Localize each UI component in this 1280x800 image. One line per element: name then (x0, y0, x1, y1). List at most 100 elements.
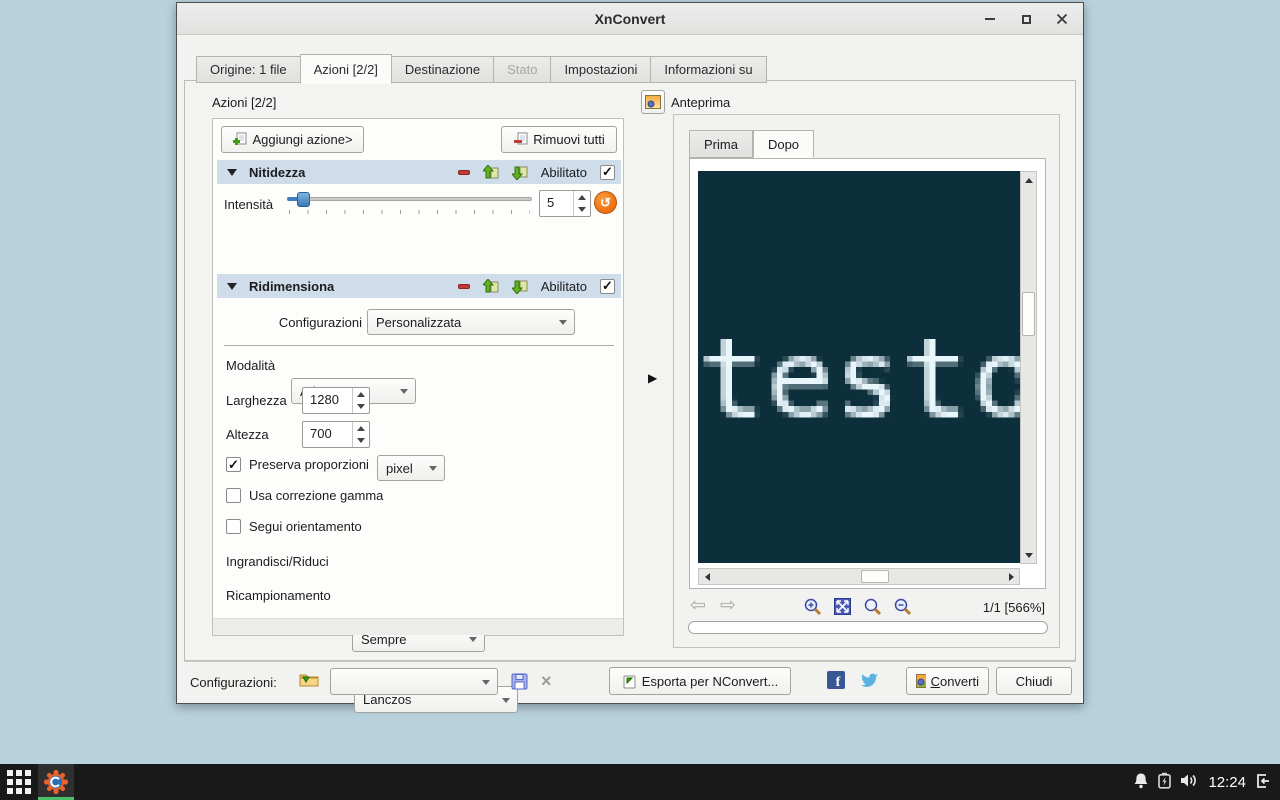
sharpen-action-header[interactable]: Nitidezza Abilitato ✓ (217, 160, 621, 184)
groupbox-footer (213, 618, 623, 635)
collapse-icon[interactable] (227, 169, 237, 176)
fit-to-window-button[interactable] (834, 598, 851, 618)
spin-down-button[interactable] (574, 204, 590, 217)
tab-label: Azioni [2/2] (314, 62, 378, 77)
preview-image[interactable] (698, 171, 1020, 563)
tab-label: Origine: 1 file (210, 62, 287, 77)
maximize-button[interactable] (1015, 8, 1037, 30)
intensity-spinbox[interactable]: 5 (539, 190, 591, 217)
orientation-checkbox[interactable] (226, 519, 241, 534)
height-label: Altezza (226, 427, 269, 442)
unit-dropdown[interactable]: pixel (377, 455, 445, 481)
width-spinbox[interactable]: 1280 (302, 387, 370, 414)
logout-button[interactable] (1255, 773, 1270, 792)
remove-action-icon[interactable] (458, 284, 470, 289)
open-presets-folder-button[interactable] (299, 671, 319, 691)
keep-ratio-checkbox-row[interactable]: ✓ Preserva proporzioni (226, 457, 369, 472)
minimize-button[interactable] (979, 8, 1001, 30)
zoom-out-button[interactable] (894, 598, 912, 619)
facebook-button[interactable]: f (827, 671, 845, 692)
splitter-handle[interactable]: ▶ (648, 371, 657, 385)
close-button[interactable] (1051, 8, 1073, 30)
chevron-down-icon (429, 466, 437, 471)
enlarge-label: Ingrandisci/Riduci (226, 554, 329, 569)
convert-button[interactable]: Converti (906, 667, 989, 695)
slider-handle[interactable] (297, 192, 310, 207)
gamma-checkbox-row[interactable]: Usa correzione gamma (226, 488, 383, 503)
gamma-checkbox[interactable] (226, 488, 241, 503)
titlebar[interactable]: XnConvert (177, 3, 1083, 35)
export-nconvert-button[interactable]: Esporta per NConvert... (609, 667, 791, 695)
chevron-down-icon (559, 320, 567, 325)
preview-frame (689, 158, 1046, 589)
twitter-button[interactable] (861, 673, 879, 691)
spin-up-button[interactable] (353, 388, 369, 401)
close-window-button[interactable]: Chiudi (996, 667, 1072, 695)
spin-up-button[interactable] (353, 422, 369, 435)
magnifier-icon (864, 598, 882, 616)
next-image-button[interactable]: ⇨ (720, 597, 736, 615)
remove-all-label: Rimuovi tutti (533, 132, 605, 147)
tab-azioni[interactable]: Azioni [2/2] (300, 54, 392, 84)
prev-image-button[interactable]: ⇦ (690, 597, 706, 615)
delete-preset-button[interactable]: × (541, 671, 552, 692)
tab-impostazioni[interactable]: Impostazioni (550, 56, 650, 83)
reset-intensity-button[interactable]: ↺ (594, 191, 617, 214)
desktop: XnConvert Origine: 1 file Azioni [2/2] D… (0, 0, 1280, 800)
scrollbar-thumb[interactable] (861, 570, 889, 583)
scroll-down-button[interactable] (1021, 547, 1036, 563)
preset-dropdown[interactable]: Personalizzata (367, 309, 575, 335)
convert-icon (916, 674, 926, 688)
remove-all-button[interactable]: Rimuovi tutti (501, 126, 617, 153)
save-icon (511, 673, 528, 690)
spin-up-button[interactable] (574, 191, 590, 204)
move-up-icon[interactable] (483, 165, 499, 180)
horizontal-scrollbar[interactable] (698, 568, 1020, 585)
intensity-slider[interactable] (287, 191, 532, 217)
height-spinbox[interactable]: 700 (302, 421, 370, 448)
move-down-icon[interactable] (512, 279, 528, 294)
vertical-scrollbar[interactable] (1020, 171, 1037, 564)
chevron-down-icon (482, 680, 490, 685)
presets-dropdown[interactable] (330, 668, 498, 695)
resize-title: Ridimensiona (249, 279, 334, 294)
resize-enabled-checkbox[interactable]: ✓ (600, 279, 615, 294)
preview-toggle-button[interactable] (641, 90, 665, 114)
slider-track[interactable] (287, 197, 532, 201)
move-up-icon[interactable] (483, 279, 499, 294)
move-down-icon[interactable] (512, 165, 528, 180)
taskbar-clock[interactable]: 12:24 (1208, 774, 1246, 791)
spin-down-button[interactable] (353, 401, 369, 414)
taskbar-xnconvert-app[interactable] (38, 764, 74, 800)
add-action-button[interactable]: Aggiungi azione> (221, 126, 364, 153)
scroll-right-button[interactable] (1003, 569, 1019, 584)
page-zoom-indicator: 1/1 [566%] (983, 600, 1045, 615)
tab-dopo[interactable]: Dopo (753, 130, 814, 158)
tab-origine[interactable]: Origine: 1 file (196, 56, 300, 83)
orientation-checkbox-row[interactable]: Segui orientamento (226, 519, 362, 534)
remove-action-icon[interactable] (458, 170, 470, 175)
twitter-icon (861, 673, 879, 688)
logout-icon (1255, 773, 1270, 789)
volume-button[interactable] (1180, 773, 1199, 791)
zoom-100-button[interactable] (864, 598, 882, 619)
collapse-icon[interactable] (227, 283, 237, 290)
resize-action-header[interactable]: Ridimensiona Abilitato ✓ (217, 274, 621, 298)
battery-button[interactable] (1158, 772, 1171, 792)
sharpen-enabled-checkbox[interactable]: ✓ (600, 165, 615, 180)
zoom-in-button[interactable] (804, 598, 822, 619)
notifications-button[interactable] (1133, 772, 1149, 792)
tab-prima[interactable]: Prima (689, 130, 753, 158)
save-preset-button[interactable] (511, 673, 528, 693)
keep-ratio-checkbox[interactable]: ✓ (226, 457, 241, 472)
applications-menu-button[interactable] (0, 764, 38, 800)
tab-label: Dopo (768, 137, 799, 152)
scroll-left-button[interactable] (699, 569, 715, 584)
spin-down-button[interactable] (353, 435, 369, 448)
scrollbar-thumb[interactable] (1022, 292, 1035, 336)
tab-destinazione[interactable]: Destinazione (392, 56, 493, 83)
scroll-up-button[interactable] (1021, 172, 1036, 188)
spin-arrows (352, 422, 369, 447)
splitter-arrow-icon: ▶ (648, 371, 657, 385)
tab-informazioni[interactable]: Informazioni su (650, 56, 766, 83)
